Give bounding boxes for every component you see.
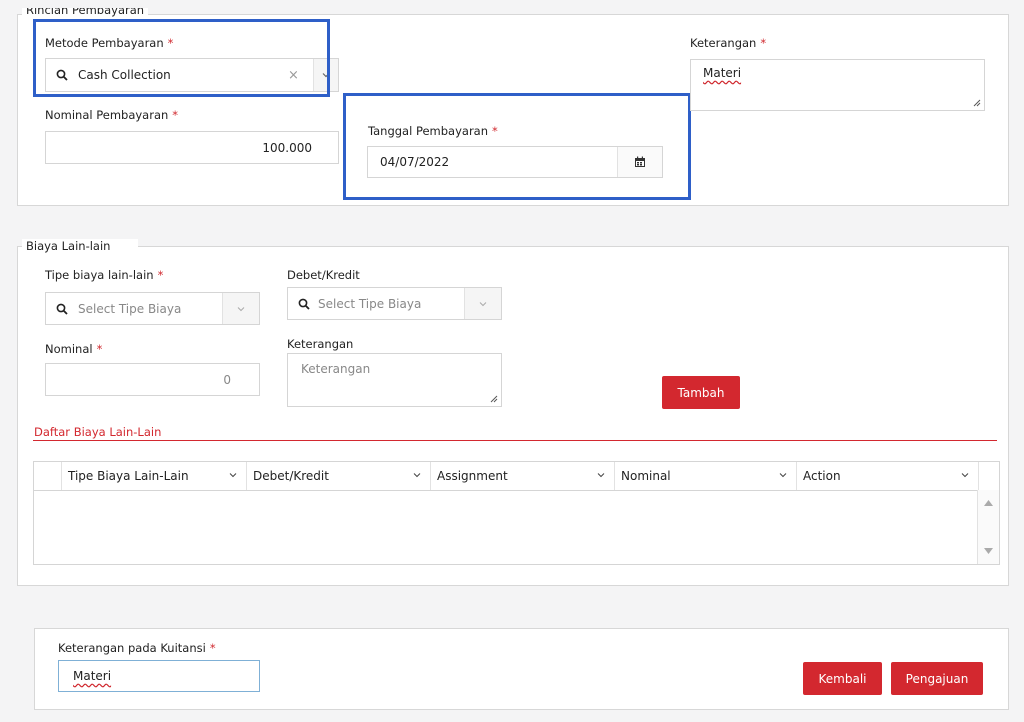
table-scrollbar[interactable]: [977, 490, 999, 564]
keterangan-label: Keterangan *: [690, 36, 767, 50]
nominal-pembayaran-input[interactable]: 100.000: [45, 131, 339, 164]
resize-grip-icon[interactable]: [973, 99, 981, 107]
nominal-biaya-value: 0: [223, 372, 231, 387]
scroll-up-icon[interactable]: [984, 500, 993, 506]
search-icon: [298, 288, 310, 319]
chevron-down-icon[interactable]: [596, 470, 606, 480]
debet-kredit-label: Debet/Kredit: [287, 268, 360, 282]
keterangan-value: Materi: [703, 66, 742, 80]
nominal-pembayaran-value: 100.000: [262, 140, 312, 155]
chevron-down-icon[interactable]: [464, 288, 501, 319]
daftar-biaya-divider: [33, 440, 997, 441]
tambah-button[interactable]: Tambah: [662, 376, 740, 409]
chevron-down-icon[interactable]: [778, 470, 788, 480]
kembali-button[interactable]: Kembali: [803, 662, 882, 695]
chevron-down-icon[interactable]: [222, 293, 259, 324]
column-header-assignment[interactable]: Assignment: [430, 462, 614, 490]
column-header-debet-kredit[interactable]: Debet/Kredit: [246, 462, 430, 490]
keterangan-biaya-textarea[interactable]: Keterangan: [287, 353, 502, 407]
kuitansi-value: Materi: [73, 669, 112, 683]
rincian-pembayaran-legend: Rincian Pembayaran: [22, 8, 149, 17]
nominal-biaya-input[interactable]: 0: [45, 363, 260, 396]
column-header-action[interactable]: Action: [796, 462, 978, 490]
debet-kredit-select[interactable]: Select Tipe Biaya: [287, 287, 502, 320]
daftar-biaya-title: Daftar Biaya Lain-Lain: [34, 425, 162, 439]
chevron-down-icon[interactable]: [960, 470, 970, 480]
biaya-lain-legend: Biaya Lain-lain: [22, 239, 139, 253]
tipe-biaya-select[interactable]: Select Tipe Biaya: [45, 292, 260, 325]
tipe-biaya-placeholder: Select Tipe Biaya: [78, 301, 182, 316]
keterangan-biaya-placeholder: Keterangan: [301, 362, 371, 376]
biaya-table: Tipe Biaya Lain-Lain Debet/Kredit Assign…: [33, 461, 1000, 565]
table-header: Tipe Biaya Lain-Lain Debet/Kredit Assign…: [34, 462, 999, 491]
metode-highlight-box: [33, 19, 330, 97]
tanggal-highlight-box: [343, 93, 691, 200]
kuitansi-input[interactable]: Materi: [58, 660, 260, 692]
search-icon: [56, 293, 68, 324]
nominal-biaya-label: Nominal *: [45, 342, 103, 356]
nominal-pembayaran-label: Nominal Pembayaran *: [45, 108, 179, 122]
debet-kredit-placeholder: Select Tipe Biaya: [318, 296, 422, 311]
column-header-nominal[interactable]: Nominal: [614, 462, 796, 490]
chevron-down-icon[interactable]: [412, 470, 422, 480]
pengajuan-button[interactable]: Pengajuan: [891, 662, 983, 695]
scroll-down-icon[interactable]: [984, 548, 993, 554]
resize-grip-icon[interactable]: [490, 395, 498, 403]
tipe-biaya-label: Tipe biaya lain-lain *: [45, 268, 164, 282]
chevron-down-icon[interactable]: [228, 470, 238, 480]
keterangan-textarea[interactable]: Materi: [690, 59, 985, 111]
kuitansi-label: Keterangan pada Kuitansi *: [58, 641, 216, 655]
keterangan-biaya-label: Keterangan: [287, 337, 354, 351]
column-header-tipe-biaya[interactable]: Tipe Biaya Lain-Lain: [61, 462, 246, 490]
column-header-spacer: [978, 462, 999, 490]
